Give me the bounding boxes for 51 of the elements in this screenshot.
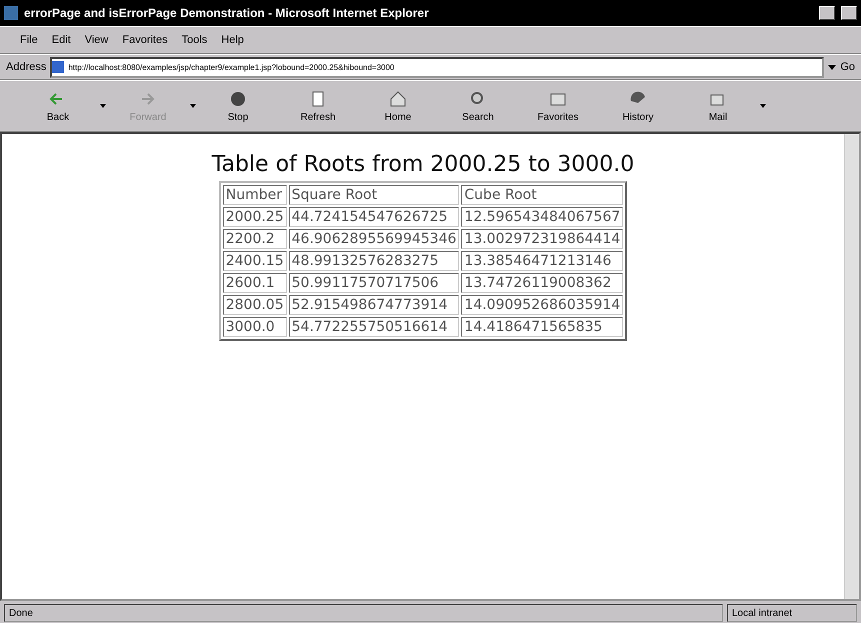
table-cell: 14.090952686035914 [461, 295, 624, 315]
toolbar-button[interactable]: History [600, 89, 676, 123]
stop-icon [228, 89, 248, 109]
toolbar-button[interactable]: Mail [680, 89, 756, 123]
column-header: Square Root [288, 185, 460, 205]
table-cell: 13.002972319864414 [461, 229, 624, 249]
table-cell: 44.724154547626725 [288, 207, 460, 227]
maximize-icon[interactable] [841, 6, 857, 20]
table-cell: 2000.25 [222, 207, 287, 227]
column-header: Number [222, 185, 287, 205]
menu-item[interactable]: Edit [52, 34, 71, 46]
minimize-icon[interactable] [819, 6, 835, 20]
table-cell: 13.74726119008362 [461, 273, 624, 293]
address-label: Address [6, 61, 46, 73]
table-cell: 12.596543484067567 [461, 207, 624, 227]
scrollbar[interactable] [844, 134, 859, 599]
status-text: Done [9, 608, 33, 618]
menu-item[interactable]: File [20, 34, 38, 46]
table-cell: 54.772255750516614 [288, 317, 460, 337]
table-cell: 50.99117570717506 [288, 273, 460, 293]
dropdown-arrow-icon[interactable] [828, 64, 836, 70]
table-cell: 2400.15 [222, 251, 287, 271]
toolbar-button[interactable]: Favorites [520, 89, 596, 123]
toolbar-button[interactable]: Search [440, 89, 516, 123]
table-cell: 52.915498674773914 [288, 295, 460, 315]
page-heading: Table of Roots from 2000.25 to 3000.0 [212, 152, 634, 177]
menu-item[interactable]: Help [221, 34, 244, 46]
zone-text: Local intranet [732, 608, 792, 618]
go-button[interactable]: Go [840, 61, 855, 73]
table-cell: 46.9062895569945346 [288, 229, 460, 249]
table-cell: 2600.1 [222, 273, 287, 293]
toolbar-button[interactable]: Stop [200, 89, 276, 123]
caret-icon[interactable] [760, 104, 766, 108]
column-header: Cube Root [461, 185, 624, 205]
caret-icon[interactable] [100, 104, 106, 108]
toolbar-button[interactable]: Back [20, 89, 96, 123]
menu-item[interactable]: Tools [182, 34, 208, 46]
table-cell: 48.99132576283275 [288, 251, 460, 271]
table-cell: 3000.0 [222, 317, 287, 337]
table-cell: 2800.05 [222, 295, 287, 315]
menu-item[interactable]: View [84, 34, 108, 46]
table-cell: 2200.2 [222, 229, 287, 249]
toolbar-button[interactable]: Home [360, 89, 436, 123]
window-title: errorPage and isErrorPage Demonstration - Microsoft Internet Explorer [24, 6, 430, 20]
menu-item[interactable]: Favorites [122, 34, 168, 46]
browser-icon [4, 6, 18, 20]
home-icon [388, 89, 408, 109]
toolbar-button[interactable]: Refresh [280, 89, 356, 123]
table-cell: 13.38546471213146 [461, 251, 624, 271]
address-field[interactable]: http://localhost:8080/examples/jsp/chapter9/example1.jsp?lobound=2000.25&hibound=3000 [50, 56, 824, 78]
table-cell: 14.4186471565835 [461, 317, 624, 337]
